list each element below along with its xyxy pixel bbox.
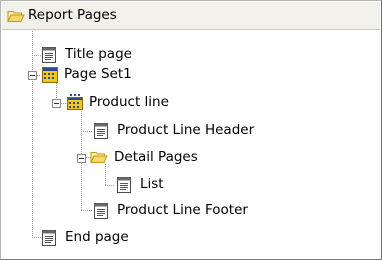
tree-item-product-line[interactable]: Product line <box>51 92 251 114</box>
tree-item-list[interactable]: List <box>115 174 215 196</box>
folder-icon <box>90 150 108 168</box>
panel-title: Report Pages <box>28 7 117 23</box>
tree-item-page-set1[interactable]: Page Set1 <box>27 64 227 86</box>
tree-item-product-line-header[interactable]: Product Line Header <box>92 120 342 142</box>
tree-item-label: End page <box>65 229 129 245</box>
tree-item-label: Product line <box>89 94 169 110</box>
collapse-icon[interactable] <box>28 71 37 80</box>
page-icon <box>42 230 56 250</box>
page-icon <box>94 203 108 223</box>
tree-item-product-line-footer[interactable]: Product Line Footer <box>92 200 342 222</box>
page-set-icon <box>41 66 59 88</box>
tree-item-detail-pages[interactable]: Detail Pages <box>77 147 297 169</box>
tree-item-label: Product Line Header <box>117 122 255 138</box>
tree-item-title-page[interactable]: Title page <box>41 44 241 66</box>
panel-header[interactable]: Report Pages <box>2 2 380 30</box>
page-icon <box>117 177 131 197</box>
collapse-icon[interactable] <box>77 154 86 163</box>
tree-item-label: List <box>140 176 164 192</box>
tree-item-label: Product Line Footer <box>117 202 248 218</box>
group-set-icon <box>66 93 84 115</box>
collapse-icon[interactable] <box>52 99 61 108</box>
tree-item-label: Page Set1 <box>64 66 132 82</box>
tree-item-end-page[interactable]: End page <box>41 227 241 249</box>
tree-item-label: Detail Pages <box>114 149 198 165</box>
report-pages-panel: Report Pages Title page Page Set1 Produc… <box>0 0 382 260</box>
tree-item-label: Title page <box>65 46 132 62</box>
folder-icon <box>7 9 25 27</box>
page-icon <box>94 123 108 143</box>
